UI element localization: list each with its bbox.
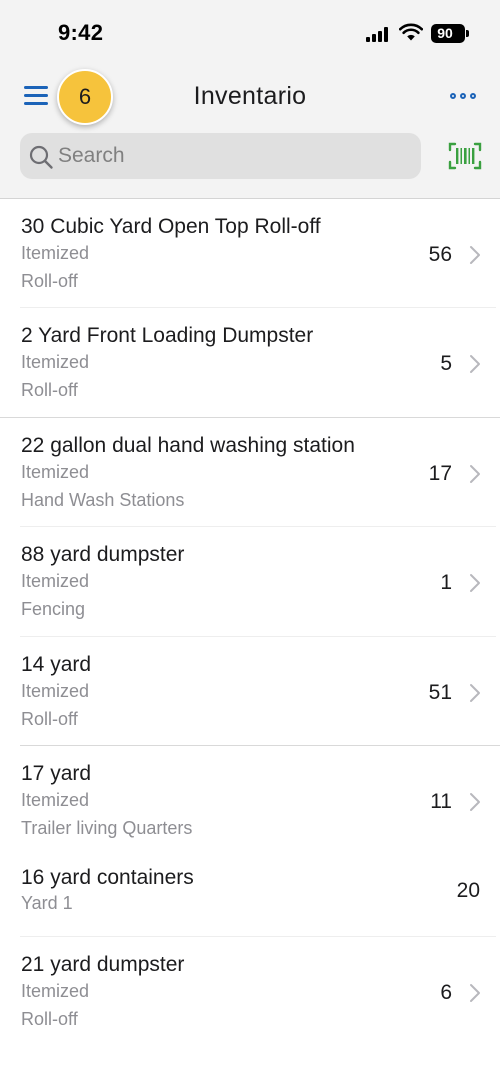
item-type: Itemized	[21, 790, 90, 810]
item-name: 21 yard dumpster	[21, 953, 185, 976]
item-category: Fencing	[21, 599, 86, 619]
item-quantity: 51	[428, 681, 452, 704]
chevron-right-icon	[470, 793, 480, 811]
item-quantity: 17	[428, 462, 452, 485]
inventory-item[interactable]: 88 yard dumpster Itemized Fencing 1	[0, 527, 500, 637]
item-quantity: 6	[440, 981, 452, 1004]
item-type: Yard 1	[21, 893, 73, 913]
battery-tip	[466, 30, 469, 37]
chevron-right-icon	[470, 574, 480, 592]
menu-icon[interactable]	[24, 86, 48, 106]
inventory-list: 30 Cubic Yard Open Top Roll-off Itemized…	[0, 199, 500, 1047]
wifi-icon	[399, 23, 423, 41]
item-category: Roll-off	[21, 709, 78, 729]
battery-level: 90	[437, 25, 453, 41]
search-icon	[29, 145, 53, 169]
chevron-right-icon	[470, 984, 480, 1002]
item-name: 30 Cubic Yard Open Top Roll-off	[21, 215, 321, 238]
item-type: Itemized	[21, 462, 90, 482]
inventory-item[interactable]: 16 yard containers Yard 1 20	[0, 855, 500, 937]
chevron-right-icon	[470, 355, 480, 373]
item-category: Hand Wash Stations	[21, 490, 185, 510]
search-input[interactable]	[58, 133, 408, 179]
more-icon[interactable]	[450, 93, 478, 101]
item-name: 2 Yard Front Loading Dumpster	[21, 324, 314, 347]
inventory-item[interactable]: 21 yard dumpster Itemized Roll-off 6	[0, 937, 500, 1047]
item-quantity: 1	[440, 571, 452, 594]
status-time: 9:42	[58, 20, 104, 45]
inventory-item[interactable]: 17 yard Itemized Trailer living Quarters…	[0, 746, 500, 855]
inventory-item[interactable]: 2 Yard Front Loading Dumpster Itemized R…	[0, 308, 500, 418]
inventory-item[interactable]: 14 yard Itemized Roll-off 51	[0, 637, 500, 746]
item-name: 22 gallon dual hand washing station	[21, 434, 355, 457]
item-type: Itemized	[21, 981, 90, 1001]
item-quantity: 5	[440, 352, 452, 375]
item-name: 16 yard containers	[21, 866, 194, 889]
item-name: 14 yard	[21, 653, 92, 676]
item-category: Roll-off	[21, 1009, 78, 1029]
inventory-item[interactable]: 30 Cubic Yard Open Top Roll-off Itemized…	[0, 199, 500, 308]
inventory-item[interactable]: 22 gallon dual hand washing station Item…	[0, 418, 500, 527]
item-name: 88 yard dumpster	[21, 543, 185, 566]
battery-icon: 90	[431, 24, 465, 43]
chevron-right-icon	[470, 465, 480, 483]
top-bar: 9:42 90 6 Inventario	[0, 0, 500, 199]
item-quantity: 56	[428, 243, 452, 266]
item-type: Itemized	[21, 681, 90, 701]
chevron-right-icon	[470, 246, 480, 264]
item-category: Trailer living Quarters	[21, 818, 193, 838]
item-category: Roll-off	[21, 271, 78, 291]
barcode-icon[interactable]	[448, 142, 482, 170]
item-quantity: 11	[430, 790, 452, 813]
item-type: Itemized	[21, 243, 90, 263]
item-quantity: 20	[456, 879, 480, 902]
chevron-right-icon	[470, 684, 480, 702]
item-name: 17 yard	[21, 762, 92, 785]
item-type: Itemized	[21, 571, 90, 591]
notification-badge[interactable]: 6	[57, 69, 113, 125]
status-bar: 9:42 90	[0, 0, 500, 66]
search-bar[interactable]	[20, 133, 421, 179]
item-type: Itemized	[21, 352, 90, 372]
cellular-signal-icon	[366, 26, 390, 42]
item-category: Roll-off	[21, 380, 78, 400]
